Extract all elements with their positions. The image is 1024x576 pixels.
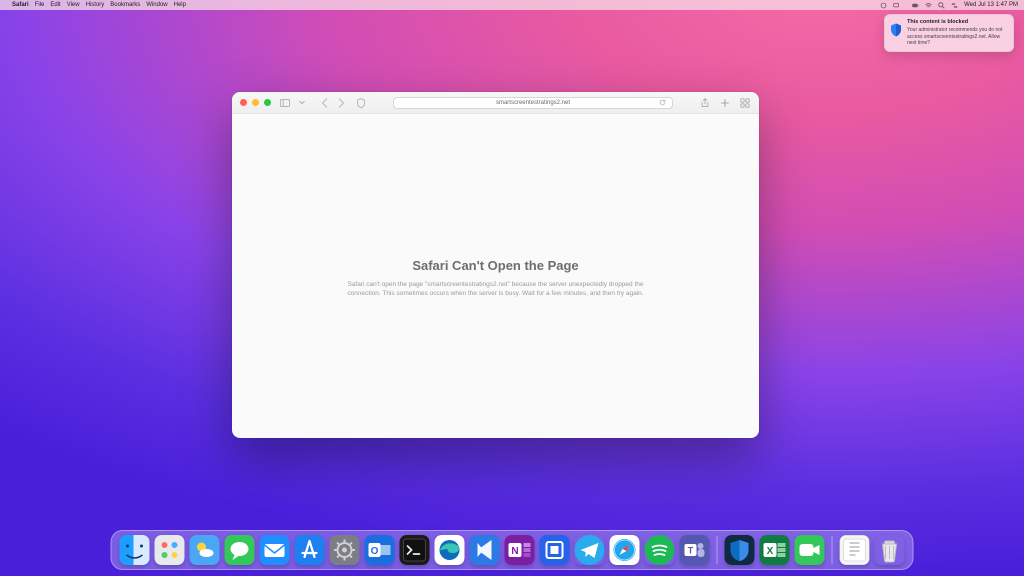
sidebar-toggle-button[interactable] <box>279 97 291 109</box>
menubar-clock[interactable]: Wed Jul 13 1:47 PM <box>964 2 1018 8</box>
dock-app-messages[interactable] <box>225 535 255 565</box>
dock-app-teams[interactable]: T <box>680 535 710 565</box>
notification-banner[interactable]: This content is blocked Your administrat… <box>884 14 1014 52</box>
menu-bookmarks[interactable]: Bookmarks <box>110 2 140 8</box>
window-zoom-button[interactable] <box>264 99 271 106</box>
status-icon-1[interactable] <box>880 2 887 9</box>
safari-toolbar: smartscreentestratings2.net <box>232 92 759 114</box>
wifi-icon[interactable] <box>925 2 932 9</box>
back-button[interactable] <box>319 97 331 109</box>
error-title: Safari Can't Open the Page <box>232 258 759 273</box>
svg-text:X: X <box>767 546 774 557</box>
share-button[interactable] <box>699 97 711 109</box>
address-bar[interactable]: smartscreentestratings2.net <box>393 97 673 109</box>
dock-app-launchpad[interactable] <box>155 535 185 565</box>
menubar-app-name[interactable]: Safari <box>12 2 29 8</box>
desktop-wallpaper: Safari File Edit View History Bookmarks … <box>0 0 1024 576</box>
shield-icon <box>890 23 902 37</box>
menu-history[interactable]: History <box>86 2 105 8</box>
status-icon-2[interactable] <box>893 2 900 9</box>
dock-app-safari[interactable] <box>610 535 640 565</box>
dock-app-edge[interactable] <box>435 535 465 565</box>
battery-icon[interactable] <box>912 2 919 9</box>
dock-app-spotify[interactable] <box>645 535 675 565</box>
dock-app-vscode[interactable] <box>470 535 500 565</box>
svg-text:O: O <box>371 546 379 557</box>
dock-app-weather[interactable] <box>190 535 220 565</box>
window-close-button[interactable] <box>240 99 247 106</box>
dock-app-downloads[interactable] <box>840 535 870 565</box>
dock-app-facetime[interactable] <box>795 535 825 565</box>
tab-overview-button[interactable] <box>739 97 751 109</box>
dock-app-system-preferences[interactable] <box>330 535 360 565</box>
search-icon[interactable] <box>938 2 945 9</box>
window-minimize-button[interactable] <box>252 99 259 106</box>
menu-help[interactable]: Help <box>174 2 186 8</box>
new-tab-button[interactable] <box>719 97 731 109</box>
dock-app-telegram[interactable] <box>575 535 605 565</box>
menu-edit[interactable]: Edit <box>50 2 60 8</box>
dock-app-finder[interactable] <box>120 535 150 565</box>
dock-app-onenote[interactable]: N <box>505 535 535 565</box>
notification-body: Your administrator recommends you do not… <box>907 27 1007 47</box>
menubar: Safari File Edit View History Bookmarks … <box>0 0 1024 10</box>
dock-separator <box>717 536 718 564</box>
dock-app-outlook[interactable]: O <box>365 535 395 565</box>
dock: ONTX <box>111 530 914 570</box>
page-content: Safari Can't Open the Page Safari can't … <box>232 114 759 299</box>
dock-app-mail[interactable] <box>260 535 290 565</box>
privacy-report-button[interactable] <box>355 97 367 109</box>
svg-text:T: T <box>688 546 694 556</box>
dock-app-company-portal[interactable] <box>540 535 570 565</box>
notification-title: This content is blocked <box>907 19 1007 26</box>
address-bar-url: smartscreentestratings2.net <box>496 100 570 106</box>
dock-app-defender[interactable] <box>725 535 755 565</box>
chevron-down-icon[interactable] <box>299 100 305 105</box>
dock-app-trash[interactable] <box>875 535 905 565</box>
dock-app-app-store[interactable] <box>295 535 325 565</box>
dock-app-excel[interactable]: X <box>760 535 790 565</box>
menu-window[interactable]: Window <box>146 2 167 8</box>
safari-window: smartscreentestratings2.net Safari Can't… <box>232 92 759 438</box>
dock-separator <box>832 536 833 564</box>
menu-file[interactable]: File <box>35 2 45 8</box>
menu-view[interactable]: View <box>67 2 80 8</box>
control-center-icon[interactable] <box>951 2 958 9</box>
dock-app-terminal[interactable] <box>400 535 430 565</box>
forward-button[interactable] <box>335 97 347 109</box>
window-traffic-lights <box>240 99 271 106</box>
svg-text:N: N <box>511 546 518 557</box>
error-body: Safari can't open the page "smartscreent… <box>346 281 646 299</box>
reload-icon[interactable] <box>659 99 666 106</box>
